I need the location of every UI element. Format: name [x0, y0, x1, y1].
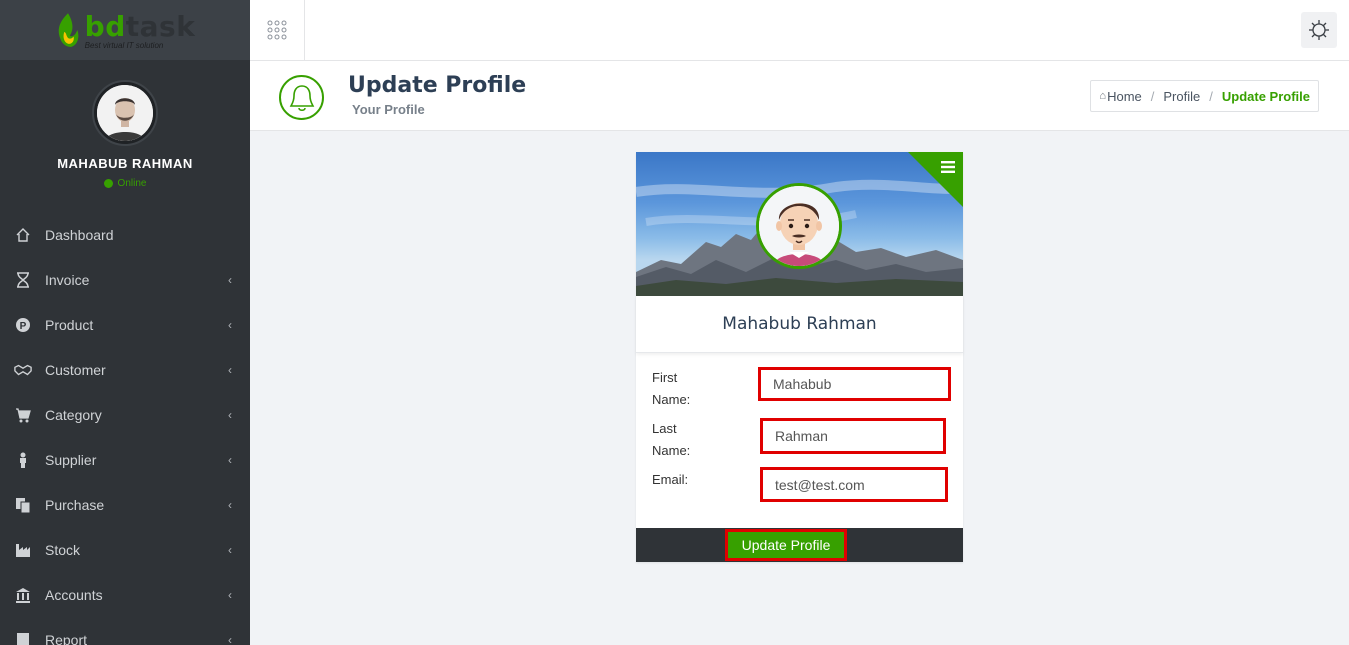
page-subtitle: Your Profile	[352, 102, 425, 117]
user-photo	[97, 85, 153, 141]
chevron-left-icon: ‹	[228, 452, 232, 467]
first-name-input[interactable]	[773, 376, 948, 392]
logo-bar: bdtask Best virtual IT solution	[0, 0, 250, 60]
bell-icon	[279, 75, 324, 120]
sidebar-item-invoice[interactable]: Invoice ‹	[0, 257, 250, 302]
sidebar-item-label: Product	[45, 316, 94, 333]
sidebar-item-label: Dashboard	[45, 226, 114, 243]
breadcrumb-current: Update Profile	[1221, 88, 1310, 104]
apps-grid-button[interactable]	[250, 0, 305, 60]
brand-tagline: Best virtual IT solution	[84, 41, 164, 50]
industry-icon	[14, 541, 32, 559]
sidebar-item-accounts[interactable]: Accounts ‹	[0, 572, 250, 617]
flame-logo-icon	[58, 13, 79, 47]
last-name-input-box[interactable]	[760, 418, 946, 454]
card-footer: Update Profile	[636, 528, 963, 562]
hamburger-menu-icon[interactable]	[941, 161, 955, 175]
sidebar-item-stock[interactable]: Stock ‹	[0, 527, 250, 572]
breadcrumb-profile-link[interactable]: Profile	[1163, 89, 1200, 104]
top-navbar	[250, 0, 1349, 61]
sidebar-item-dashboard[interactable]: Dashboard	[0, 212, 250, 257]
sidebar-item-label: Category	[45, 406, 102, 423]
sidebar: bdtask Best virtual IT solution MAHABUB …	[0, 0, 250, 645]
first-name-label: First Name:	[652, 367, 690, 411]
user-status-label: Online	[117, 178, 147, 189]
last-name-input[interactable]	[775, 428, 943, 444]
cart-icon	[14, 406, 32, 424]
breadcrumb: ⌂ Home / Profile / Update Profile	[1090, 80, 1319, 112]
first-name-label-line1: First	[652, 370, 678, 385]
page-title: Update Profile	[348, 73, 527, 98]
profile-display-name: Mahabub Rahman	[636, 296, 963, 353]
hourglass-icon	[14, 271, 32, 289]
svg-text:P: P	[20, 321, 27, 332]
gear-icon	[1309, 20, 1329, 40]
brand-logo[interactable]: bdtask Best virtual IT solution	[55, 10, 196, 50]
profile-card: Mahabub Rahman First Name: Last Name: Em…	[636, 152, 963, 562]
chevron-left-icon: ‹	[228, 407, 232, 422]
user-name: MAHABUB RAHMAN	[57, 156, 193, 171]
online-dot-icon	[103, 179, 113, 188]
profile-banner	[636, 152, 963, 296]
sidebar-item-category[interactable]: Category ‹	[0, 392, 250, 437]
email-label-text: Email:	[652, 472, 689, 487]
sidebar-item-label: Supplier	[45, 451, 97, 468]
profile-avatar	[756, 183, 842, 269]
chevron-left-icon: ‹	[228, 542, 232, 557]
chevron-left-icon: ‹	[228, 587, 232, 602]
sidebar-item-product[interactable]: P Product ‹	[0, 302, 250, 347]
sidebar-item-label: Purchase	[45, 496, 105, 513]
email-input[interactable]	[775, 476, 945, 493]
sidebar-item-label: Accounts	[45, 586, 103, 603]
sidebar-item-purchase[interactable]: Purchase ‹	[0, 482, 250, 527]
sidebar-item-label: Customer	[45, 361, 106, 378]
last-name-label-line2: Name:	[652, 443, 691, 458]
last-name-label-line1: Last	[652, 421, 677, 436]
page-header: Update Profile Your Profile ⌂ Home / Pro…	[250, 61, 1349, 131]
home-icon	[14, 226, 32, 244]
user-photo-icon	[97, 85, 153, 141]
update-profile-form: First Name: Last Name: Email:	[636, 353, 963, 528]
chevron-left-icon: ‹	[228, 362, 232, 377]
apps-grid-icon	[267, 20, 287, 40]
breadcrumb-separator: /	[1150, 88, 1155, 104]
chevron-left-icon: ‹	[228, 632, 232, 645]
bank-icon	[14, 586, 32, 604]
sidebar-item-label: Invoice	[45, 271, 90, 288]
sidebar-item-customer[interactable]: Customer ‹	[0, 347, 250, 392]
email-label: Email:	[652, 469, 688, 491]
chevron-left-icon: ‹	[228, 497, 232, 512]
settings-button[interactable]	[1301, 12, 1337, 48]
user-panel: MAHABUB RAHMAN Online	[0, 60, 250, 200]
product-icon: P	[14, 316, 32, 334]
first-name-label-line2: Name:	[652, 392, 691, 407]
brand-name-part1: bd	[84, 10, 126, 43]
user-avatar[interactable]	[92, 80, 158, 146]
email-input-box[interactable]	[760, 467, 948, 502]
copy-icon	[14, 496, 32, 514]
sidebar-item-report[interactable]: Report ‹	[0, 617, 250, 645]
handshake-icon	[14, 361, 32, 379]
first-name-input-box[interactable]	[758, 367, 951, 401]
sidebar-item-supplier[interactable]: Supplier ‹	[0, 437, 250, 482]
report-icon	[14, 631, 32, 645]
chevron-left-icon: ‹	[228, 272, 232, 287]
sidebar-item-label: Stock	[45, 541, 81, 558]
cartoon-avatar-icon	[759, 186, 839, 266]
user-status: Online	[103, 178, 147, 189]
breadcrumb-separator: /	[1209, 88, 1213, 104]
chevron-left-icon: ‹	[228, 317, 232, 332]
last-name-label: Last Name:	[652, 418, 690, 462]
person-icon	[14, 451, 32, 469]
home-icon: ⌂	[1099, 90, 1107, 102]
brand-name-part2: task	[125, 10, 196, 43]
update-profile-button[interactable]: Update Profile	[725, 529, 847, 561]
sidebar-item-label: Report	[45, 631, 88, 645]
sidebar-menu: Dashboard Invoice ‹ P Product ‹ Customer…	[0, 200, 250, 645]
breadcrumb-home-link[interactable]: Home	[1107, 89, 1142, 104]
